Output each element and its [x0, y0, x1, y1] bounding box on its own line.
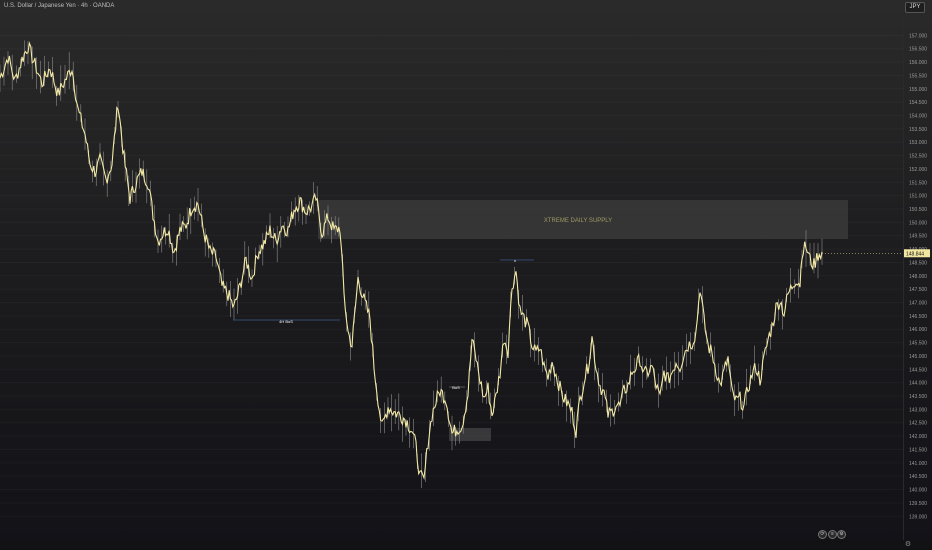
price-tick-label: 144.000 — [909, 381, 927, 387]
price-tick-label: 151.500 — [909, 180, 927, 186]
price-tick-label: 155.000 — [909, 87, 927, 93]
price-tick-label: 146.500 — [909, 314, 927, 320]
price-tick-label: 156.500 — [909, 47, 927, 53]
symbol-title: U.S. Dollar / Japanese Yen · 4h · OANDA — [4, 3, 115, 9]
price-tick-label: 154.500 — [909, 100, 927, 106]
currency-button[interactable]: JPY — [905, 2, 925, 13]
price-tick-label: 140.500 — [909, 474, 927, 480]
price-tick-label: 143.000 — [909, 407, 927, 413]
price-tick-label: 142.000 — [909, 434, 927, 440]
time-axis[interactable] — [0, 540, 932, 550]
price-tick-label: 147.000 — [909, 301, 927, 307]
price-tick-label: 152.000 — [909, 167, 927, 173]
price-tick-label: 150.000 — [909, 220, 927, 226]
grid-layer — [0, 35, 903, 516]
price-tick-label: 156.000 — [909, 60, 927, 66]
price-axis-divider — [903, 0, 904, 540]
price-tick-label: 139.500 — [909, 501, 927, 507]
price-tick-label: 141.500 — [909, 447, 927, 453]
price-line — [0, 41, 823, 480]
price-tick-label: 142.500 — [909, 421, 927, 427]
price-plot[interactable]: XTREME DAILY SUPPLY 4H BoS BoS x 157.000… — [0, 0, 932, 550]
price-axis: 157.000 156.500 156.000 155.500 155.000 154.5… — [909, 33, 927, 520]
price-tick-label: 155.500 — [909, 73, 927, 79]
price-tick-label: 157.000 — [909, 33, 927, 39]
price-tick-label: 144.500 — [909, 367, 927, 373]
price-tick-label: 140.000 — [909, 488, 927, 494]
supply-zone-label: XTREME DAILY SUPPLY — [544, 218, 612, 224]
last-price-badge: 148.844 — [822, 249, 930, 258]
tv-logo-icon[interactable]: ≡ — [828, 530, 837, 539]
bos-label-2: BoS — [452, 385, 460, 390]
gear-icon[interactable]: ⚙ — [904, 541, 912, 549]
price-tick-label: 149.500 — [909, 234, 927, 240]
replay-icon[interactable]: ⟳ — [818, 530, 827, 539]
price-tick-label: 145.000 — [909, 354, 927, 360]
price-tick-label: 147.500 — [909, 287, 927, 293]
price-tick-label: 153.500 — [909, 127, 927, 133]
price-tick-label: 154.000 — [909, 114, 927, 120]
price-tick-label: 143.500 — [909, 394, 927, 400]
price-tick-label: 145.500 — [909, 341, 927, 347]
wick-layer — [0, 40, 823, 488]
price-tick-label: 150.500 — [909, 207, 927, 213]
price-tick-label: 148.000 — [909, 274, 927, 280]
last-price-label: 148.844 — [906, 251, 924, 257]
high-marker-label: x — [514, 258, 516, 263]
price-tick-label: 139.000 — [909, 514, 927, 520]
chart-area[interactable]: XTREME DAILY SUPPLY 4H BoS BoS x 157.000… — [0, 0, 932, 550]
price-tick-label: 141.000 — [909, 461, 927, 467]
price-tick-label: 148.500 — [909, 260, 927, 266]
price-tick-label: 153.000 — [909, 140, 927, 146]
price-tick-label: 151.000 — [909, 194, 927, 200]
price-tick-label: 146.000 — [909, 327, 927, 333]
price-tick-label: 152.500 — [909, 154, 927, 160]
chart-settings-icon[interactable]: ⚙ — [837, 530, 846, 539]
bos-label-4h: 4H BoS — [279, 319, 293, 324]
